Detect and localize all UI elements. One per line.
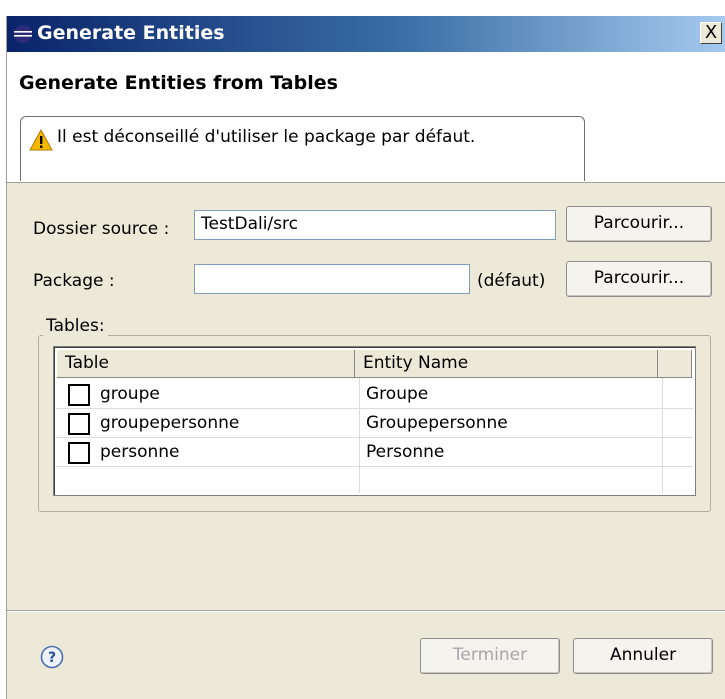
message-area: Il est déconseillé d'utiliser le package… <box>20 116 585 181</box>
table-row[interactable]: personne Personne <box>56 438 693 467</box>
table-row[interactable]: groupe Groupe <box>56 380 693 409</box>
dialog-window: Generate Entities X Generate Entities fr… <box>6 16 725 699</box>
browse-package-button[interactable]: Parcourir... <box>566 261 712 297</box>
table-name-cell: groupe <box>100 384 160 404</box>
close-button[interactable]: X <box>700 22 722 44</box>
tables-group-legend: Tables: <box>43 316 108 336</box>
package-input[interactable] <box>194 264 470 294</box>
row-checkbox[interactable] <box>68 442 90 464</box>
entity-name-cell[interactable]: Groupepersonne <box>366 409 508 437</box>
table-row[interactable]: groupepersonne Groupepersonne <box>56 409 693 438</box>
svg-text:?: ? <box>48 650 56 666</box>
source-folder-label: Dossier source : <box>33 219 170 239</box>
header-banner: Generate Entities from Tables Il est déc… <box>7 52 725 183</box>
tables-table[interactable]: Table Entity Name groupe Groupe groupepe… <box>53 346 696 496</box>
help-icon[interactable]: ? <box>40 645 64 669</box>
finish-button[interactable]: Terminer <box>420 638 560 674</box>
footer-separator <box>7 610 725 612</box>
column-header-table[interactable]: Table <box>57 350 355 378</box>
warning-message: Il est déconseillé d'utiliser le package… <box>57 127 476 147</box>
table-row-empty <box>56 467 693 495</box>
eclipse-icon <box>14 25 32 43</box>
column-header-filler <box>658 350 692 378</box>
title-bar[interactable]: Generate Entities X <box>7 16 725 52</box>
page-title: Generate Entities from Tables <box>19 72 338 94</box>
entity-name-cell[interactable]: Groupe <box>366 380 428 408</box>
package-default-hint: (défaut) <box>477 271 546 291</box>
table-name-cell: groupepersonne <box>100 413 240 433</box>
source-folder-input[interactable]: TestDali/src <box>194 210 556 240</box>
browse-source-button[interactable]: Parcourir... <box>566 206 712 242</box>
window-title: Generate Entities <box>37 22 225 44</box>
table-name-cell: personne <box>100 442 180 462</box>
column-header-entity-name[interactable]: Entity Name <box>355 350 658 378</box>
row-checkbox[interactable] <box>68 384 90 406</box>
package-label: Package : <box>33 271 115 291</box>
row-checkbox[interactable] <box>68 413 90 435</box>
entity-name-cell[interactable]: Personne <box>366 438 444 466</box>
warning-icon <box>29 129 53 151</box>
cancel-button[interactable]: Annuler <box>573 638 713 674</box>
